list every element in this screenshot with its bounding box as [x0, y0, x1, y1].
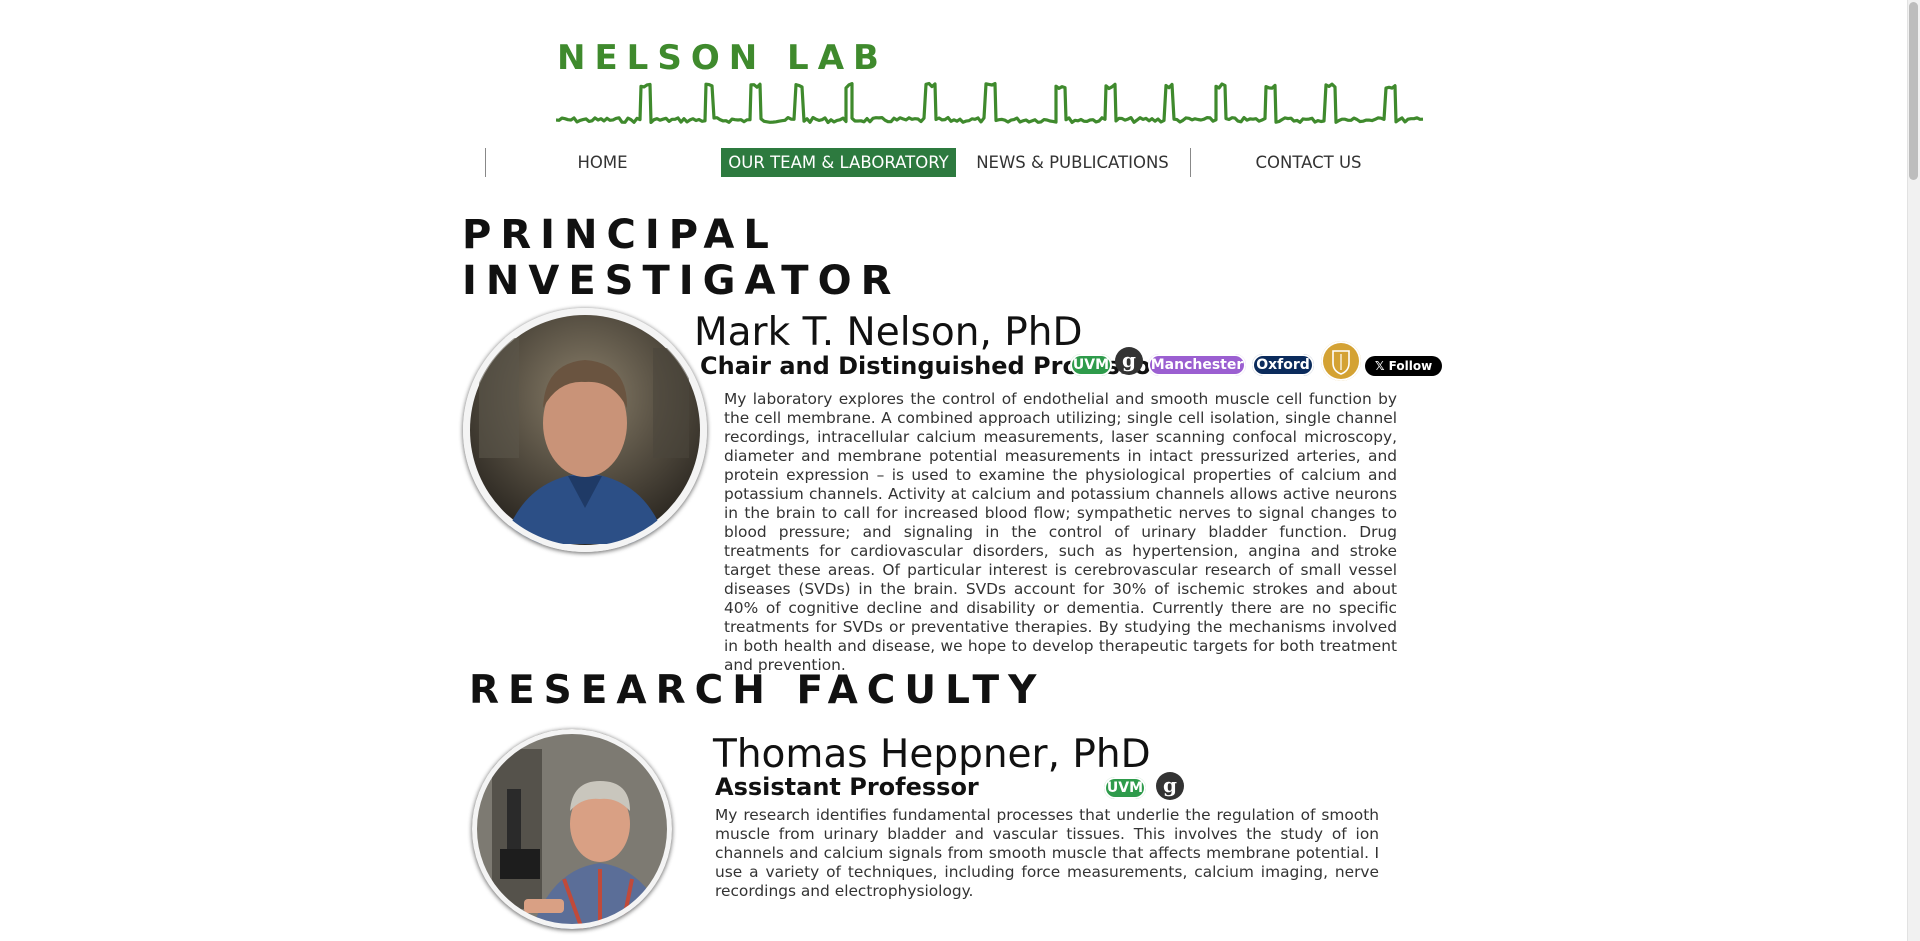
page-scrollbar[interactable] [1907, 0, 1920, 941]
google-scholar-icon[interactable]: g [1156, 772, 1184, 800]
logo-trace-graphic [556, 81, 1424, 125]
faculty-photo-frame [472, 729, 672, 929]
heading-line: INVESTIGATOR [462, 258, 901, 304]
pi-photo-frame [463, 308, 707, 552]
nav-item-news[interactable]: NEWS & PUBLICATIONS [955, 148, 1190, 177]
faculty-title: Assistant Professor [715, 773, 979, 801]
nav-item-contact[interactable]: CONTACT US [1191, 148, 1426, 177]
pi-bio: My laboratory explores the control of en… [724, 390, 1397, 674]
principal-investigator-heading: PRINCIPAL INVESTIGATOR [462, 212, 900, 304]
site-logo-text[interactable]: NELSON LAB [557, 38, 888, 78]
manchester-profile-badge[interactable]: Manchester [1148, 354, 1246, 376]
uvm-profile-badge[interactable]: UVM [1104, 777, 1146, 799]
twitter-follow-button[interactable]: 𝕏 Follow [1365, 356, 1442, 376]
follow-label: Follow [1388, 359, 1433, 373]
oxford-profile-badge[interactable]: Oxford [1252, 354, 1314, 376]
university-crest-icon[interactable] [1321, 341, 1361, 381]
heading-line: PRINCIPAL [462, 212, 778, 258]
crest-graphic [1332, 350, 1350, 375]
scrollbar-thumb[interactable] [1909, 2, 1918, 180]
uvm-profile-badge[interactable]: UVM [1070, 354, 1112, 376]
google-scholar-icon[interactable]: g [1115, 347, 1143, 375]
pi-name: Mark T. Nelson, PhD [694, 310, 1083, 355]
x-logo-icon: 𝕏 [1374, 359, 1385, 373]
nav-item-our-team[interactable]: OUR TEAM & LABORATORY [721, 148, 956, 177]
faculty-bio: My research identifies fundamental proce… [715, 806, 1379, 900]
faculty-name: Thomas Heppner, PhD [713, 732, 1151, 777]
main-nav: HOME OUR TEAM & LABORATORY NEWS & PUBLIC… [485, 148, 1429, 177]
nav-item-home[interactable]: HOME [485, 148, 720, 177]
research-faculty-heading: RESEARCH FACULTY [469, 668, 1046, 713]
